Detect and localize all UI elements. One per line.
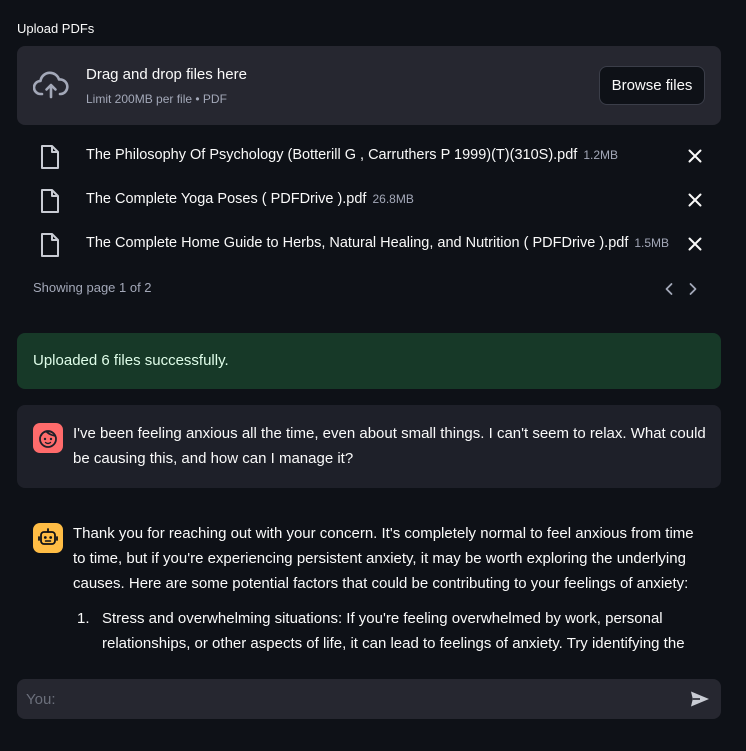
file-name-wrap: The Philosophy Of Psychology (Botterill …	[86, 147, 618, 163]
file-item: The Complete Home Guide to Herbs, Natura…	[17, 224, 721, 264]
list-number: 1.	[77, 610, 90, 627]
file-name-wrap: The Complete Home Guide to Herbs, Natura…	[86, 235, 669, 251]
close-icon[interactable]	[687, 236, 703, 252]
chevron-right-icon[interactable]	[686, 281, 700, 297]
user-avatar	[33, 423, 63, 453]
file-size: 1.2MB	[583, 148, 619, 162]
chat-input-container	[17, 679, 721, 719]
user-face-icon	[39, 430, 57, 448]
user-message-text: I've been feeling anxious all the time, …	[73, 425, 706, 467]
assistant-intro: Thank you for reaching out with your con…	[73, 525, 694, 592]
close-icon[interactable]	[687, 148, 703, 164]
user-message: I've been feeling anxious all the time, …	[17, 405, 721, 488]
assistant-message: Thank you for reaching out with your con…	[17, 505, 721, 670]
file-name-wrap: The Complete Yoga Poses ( PDFDrive ).pdf…	[86, 191, 414, 207]
list-text: Stress and overwhelming situations: If y…	[102, 610, 685, 652]
file-item: The Philosophy Of Psychology (Botterill …	[17, 136, 721, 176]
list-item: 1. Stress and overwhelming situations: I…	[73, 606, 707, 656]
close-icon[interactable]	[687, 192, 703, 208]
file-name: The Complete Yoga Poses ( PDFDrive ).pdf	[86, 191, 367, 207]
app-root: Upload PDFs Drag and drop files here Lim…	[0, 0, 746, 751]
file-item: The Complete Yoga Poses ( PDFDrive ).pdf…	[17, 180, 721, 220]
success-message: Uploaded 6 files successfully.	[33, 352, 229, 369]
file-size: 1.5MB	[634, 236, 670, 250]
success-alert: Uploaded 6 files successfully.	[17, 333, 721, 389]
file-icon	[41, 145, 59, 169]
chevron-left-icon[interactable]	[662, 281, 676, 297]
upload-label: Upload PDFs	[17, 21, 95, 36]
file-size: 26.8MB	[372, 192, 414, 206]
cloud-upload-icon	[33, 71, 69, 99]
file-name: The Philosophy Of Psychology (Botterill …	[86, 147, 578, 163]
pagination-text: Showing page 1 of 2	[33, 280, 152, 295]
browse-files-button[interactable]: Browse files	[599, 66, 705, 105]
file-icon	[41, 189, 59, 213]
file-dropzone[interactable]: Drag and drop files here Limit 200MB per…	[17, 46, 721, 125]
file-icon	[41, 233, 59, 257]
assistant-message-text: Thank you for reaching out with your con…	[73, 521, 707, 656]
file-name: The Complete Home Guide to Herbs, Natura…	[86, 235, 629, 251]
assistant-avatar	[33, 523, 63, 553]
send-icon[interactable]	[690, 690, 710, 708]
robot-icon	[38, 528, 58, 545]
dropzone-subtitle: Limit 200MB per file • PDF	[86, 92, 227, 106]
chat-input[interactable]	[17, 679, 667, 719]
dropzone-title: Drag and drop files here	[86, 66, 247, 83]
